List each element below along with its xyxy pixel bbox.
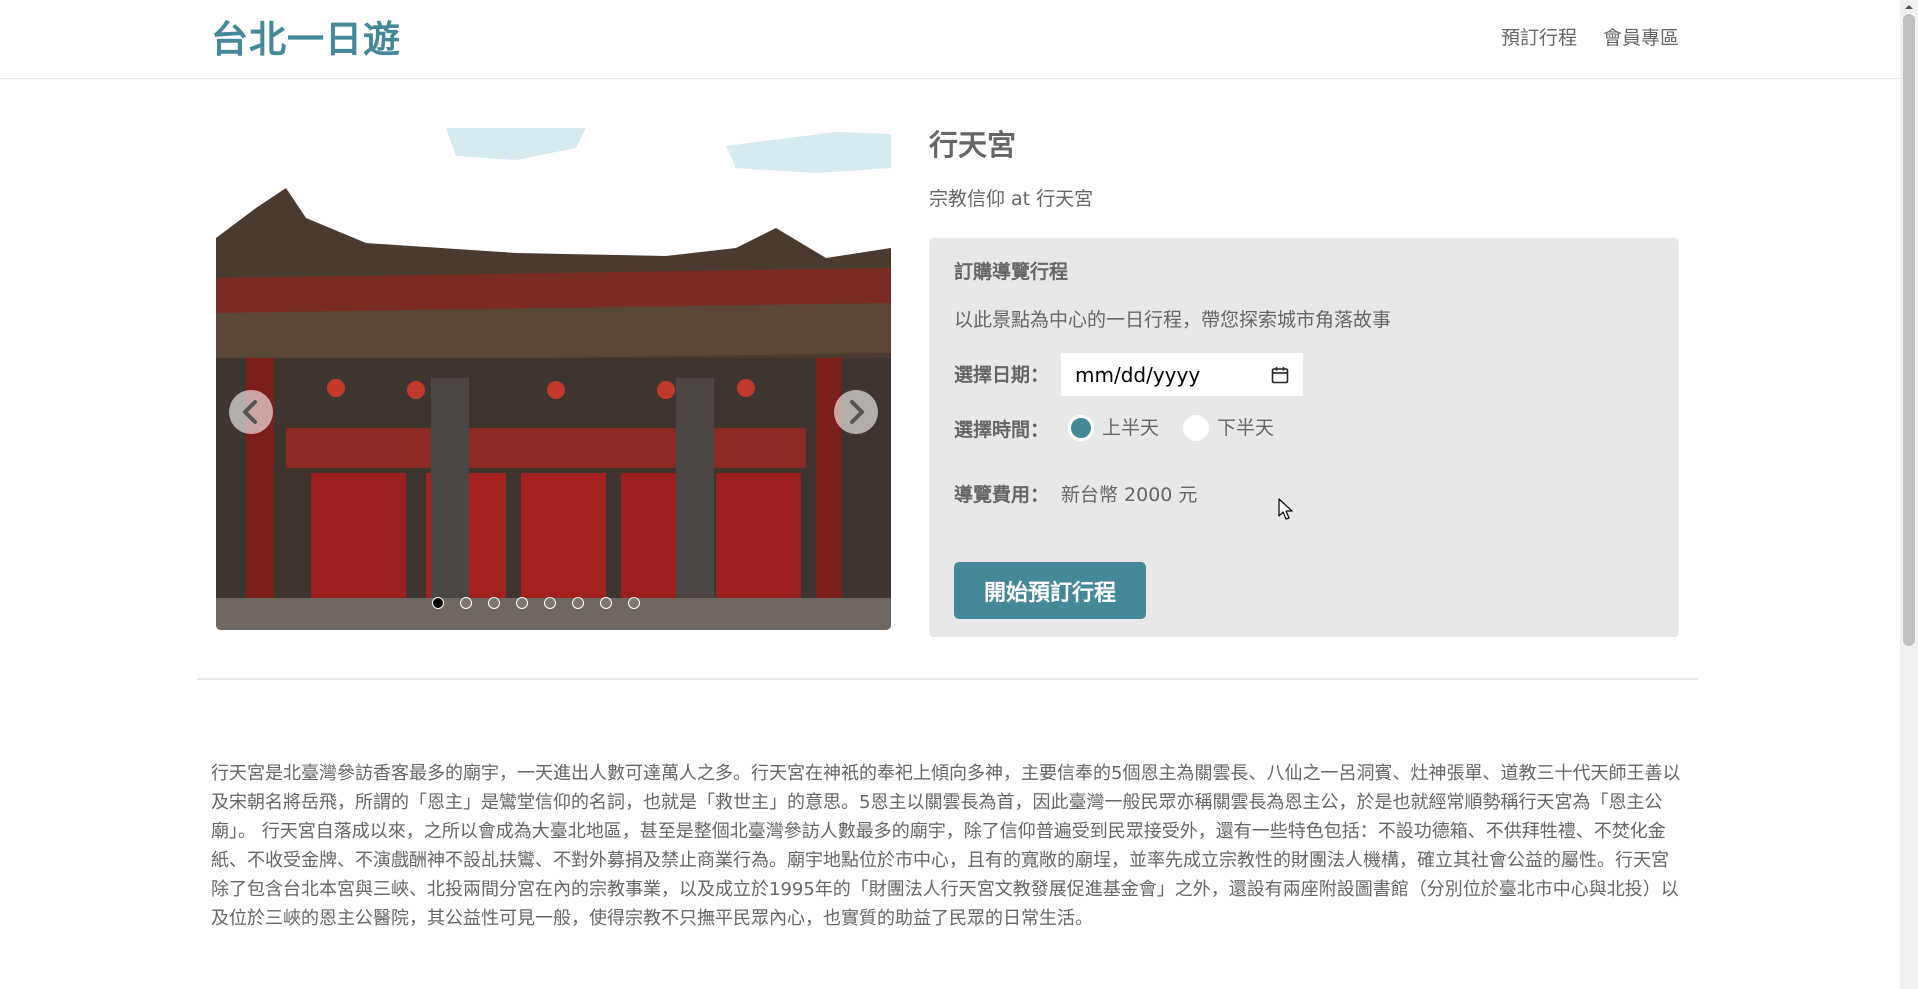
radio-unselected[interactable] bbox=[1183, 415, 1209, 441]
time-option-morning[interactable]: 上半天 bbox=[1068, 415, 1159, 441]
date-input[interactable]: mm/dd/yyyy bbox=[1061, 353, 1303, 396]
date-label: 選擇日期： bbox=[954, 364, 1050, 386]
carousel-dot[interactable] bbox=[628, 597, 640, 609]
carousel-dot[interactable] bbox=[516, 597, 528, 609]
booking-title: 訂購導覽行程 bbox=[954, 261, 1069, 283]
chevron-right-icon bbox=[850, 400, 864, 424]
carousel-dot[interactable] bbox=[488, 597, 500, 609]
fee-value: 新台幣 2000 元 bbox=[1061, 484, 1198, 506]
carousel-next-button[interactable] bbox=[834, 390, 878, 434]
carousel-dot[interactable] bbox=[432, 597, 444, 609]
carousel-indicators bbox=[432, 597, 640, 609]
fee-label: 導覽費用： bbox=[954, 484, 1050, 506]
page-scrollbar[interactable] bbox=[1900, 0, 1918, 989]
image-carousel bbox=[216, 128, 891, 630]
scrollbar-thumb[interactable] bbox=[1903, 14, 1915, 646]
carousel-dot[interactable] bbox=[572, 597, 584, 609]
date-placeholder: mm/dd/yyyy bbox=[1075, 362, 1201, 387]
temple-photo bbox=[216, 128, 891, 630]
start-booking-button[interactable]: 開始預訂行程 bbox=[954, 562, 1146, 619]
time-option-label: 上半天 bbox=[1102, 417, 1160, 439]
time-option-afternoon[interactable]: 下半天 bbox=[1183, 415, 1274, 441]
cursor-arrow-icon bbox=[1278, 498, 1293, 520]
section-divider bbox=[197, 678, 1698, 680]
carousel-dot[interactable] bbox=[544, 597, 556, 609]
chevron-left-icon bbox=[243, 400, 257, 424]
carousel-dot[interactable] bbox=[460, 597, 472, 609]
carousel-prev-button[interactable] bbox=[229, 390, 273, 434]
calendar-icon[interactable] bbox=[1271, 366, 1289, 384]
nav-member-link[interactable]: 會員專區 bbox=[1603, 24, 1679, 52]
attraction-category: 宗教信仰 at 行天宮 bbox=[929, 188, 1094, 210]
time-label: 選擇時間： bbox=[954, 419, 1050, 441]
booking-description: 以此景點為中心的一日行程，帶您探索城市角落故事 bbox=[954, 309, 1392, 331]
time-option-label: 下半天 bbox=[1217, 417, 1275, 439]
nav-booking-link[interactable]: 預訂行程 bbox=[1501, 24, 1577, 52]
attraction-title: 行天宮 bbox=[929, 128, 1017, 162]
attraction-description: 行天宮是北臺灣參訪香客最多的廟宇，一天進出人數可達萬人之多。行天宮在神祇的奉祀上… bbox=[211, 763, 1681, 929]
carousel-dot[interactable] bbox=[600, 597, 612, 609]
site-header: 台北一日遊 預訂行程 會員專區 bbox=[0, 0, 1900, 79]
page: 台北一日遊 預訂行程 會員專區 行天宮 宗教信仰 at 行天宮 訂購導覽行程 以… bbox=[0, 0, 1900, 989]
top-nav: 預訂行程 會員專區 bbox=[1501, 24, 1679, 52]
booking-panel: 訂購導覽行程 以此景點為中心的一日行程，帶您探索城市角落故事 選擇日期： mm/… bbox=[929, 238, 1679, 637]
scroll-up-icon[interactable] bbox=[1900, 0, 1918, 14]
brand-logo[interactable]: 台北一日遊 bbox=[211, 16, 401, 64]
radio-selected[interactable] bbox=[1068, 415, 1094, 441]
